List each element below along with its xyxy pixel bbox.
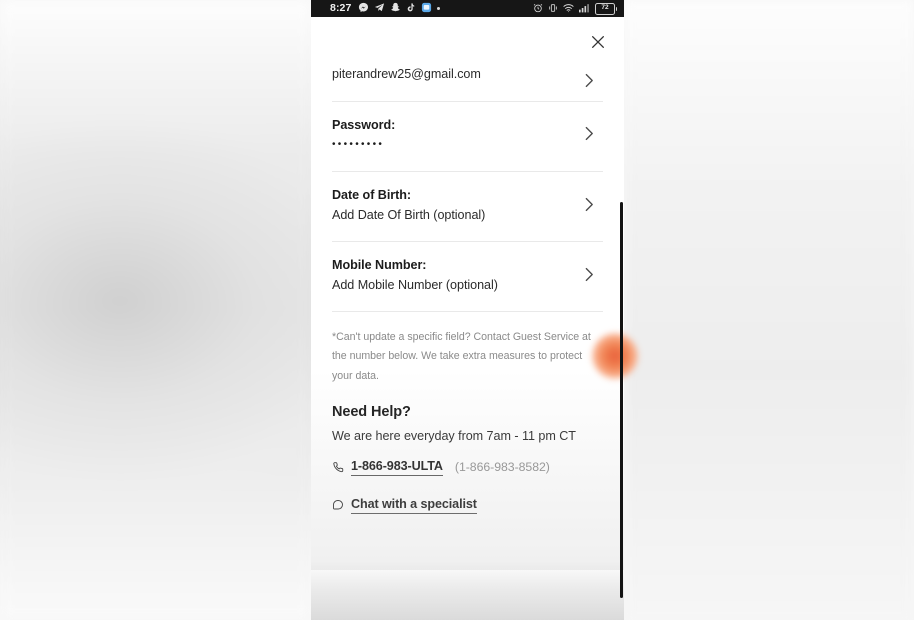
app-icon [421,0,432,18]
close-button[interactable] [586,30,610,54]
status-bar: 8:27 72 [311,0,624,17]
snapchat-icon [390,0,401,18]
password-label: Password: [332,117,396,132]
disclaimer-text: *Can't update a specific field? Contact … [332,331,591,382]
battery-level-label: 72 [601,4,609,12]
screen: 8:27 72 piterandrew25@gmail.com Password… [0,0,914,620]
phone-alt-number: (1-866-983-8582) [454,460,550,475]
phone-viewport: 8:27 72 piterandrew25@gmail.com Password… [311,0,624,620]
phone-contact-row: 1-866-983-ULTA (1-866-983-8582) [332,459,603,476]
signal-icon [579,0,590,18]
more-dot-icon [437,7,441,10]
wifi-icon [563,0,574,18]
battery-icon: 72 [595,2,617,15]
status-bar-system-icons: 72 [533,0,617,18]
need-help-title: Need Help? [332,403,411,420]
blurred-background-right [624,0,914,620]
phone-icon [332,461,345,473]
field-row-mobile-number[interactable]: Mobile Number: Add Mobile Number (option… [332,242,603,313]
chat-bubble-icon [332,499,345,511]
alarm-icon [533,0,543,18]
status-bar-notification-icons [358,0,441,18]
chat-link[interactable]: Chat with a specialist [351,497,477,514]
chevron-right-icon [585,126,594,146]
password-value: ••••••••• [332,139,385,151]
mobile-number-label: Mobile Number: [332,258,427,273]
chevron-right-icon [585,197,594,217]
mobile-number-value: Add Mobile Number (optional) [332,277,498,292]
date-of-birth-label: Date of Birth: [332,188,412,203]
sheet-header [311,17,624,65]
phone-link[interactable]: 1-866-983-ULTA [351,459,443,476]
date-of-birth-value: Add Date Of Birth (optional) [332,207,486,222]
blurred-background-left [0,0,312,620]
sheet-content: piterandrew25@gmail.com Password: ••••••… [311,65,624,514]
chat-contact-row: Chat with a specialist [332,497,603,514]
account-details-sheet: piterandrew25@gmail.com Password: ••••••… [311,17,624,620]
chevron-right-icon [585,267,594,287]
telegram-icon [374,0,385,18]
messenger-icon [358,0,369,18]
vertical-scrollbar[interactable] [620,202,623,598]
vibrate-icon [548,0,558,18]
field-row-email[interactable]: piterandrew25@gmail.com [332,65,603,102]
need-help-hours: We are here everyday from 7am - 11 pm CT [332,428,576,443]
field-row-date-of-birth[interactable]: Date of Birth: Add Date Of Birth (option… [332,172,603,243]
email-value: piterandrew25@gmail.com [332,67,481,81]
tiktok-icon [406,0,416,18]
status-bar-clock: 8:27 [330,2,352,15]
field-row-password[interactable]: Password: ••••••••• [332,102,603,173]
floating-action-button[interactable] [592,333,638,379]
chevron-right-icon [585,73,594,93]
